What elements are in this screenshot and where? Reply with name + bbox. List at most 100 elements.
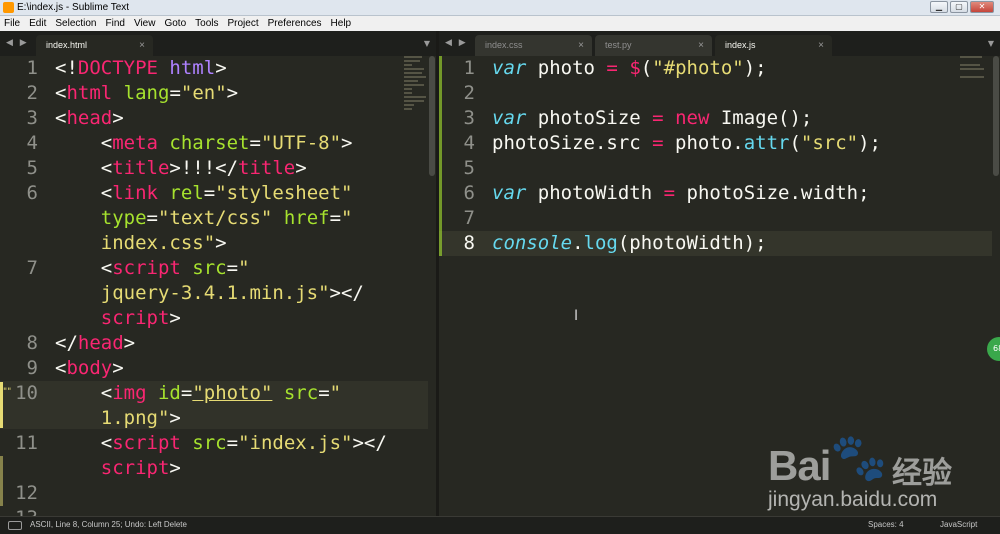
- text-cursor-icon: I: [574, 308, 579, 324]
- tab-test-py[interactable]: test.py ×: [595, 35, 712, 56]
- menu-project[interactable]: Project: [228, 16, 259, 31]
- minimap[interactable]: [960, 56, 988, 166]
- line-number: 13: [15, 506, 38, 516]
- code-line: <script src="index.js"></: [55, 432, 387, 454]
- code-line-current: console.log(photoWidth);: [492, 232, 767, 254]
- line-number: 2: [26, 82, 38, 104]
- code-line: index.css">: [100, 232, 227, 254]
- line-number-gutter: 1 2 3 4 5 6 7 8: [439, 56, 483, 516]
- code-line: var photo = $("#photo");: [492, 57, 767, 79]
- tab-label: index.html: [46, 40, 88, 50]
- syntax-selector[interactable]: JavaScript: [940, 520, 977, 529]
- line-number: 1: [463, 57, 475, 79]
- tab-nav-arrows[interactable]: ◀ ▶: [6, 38, 29, 48]
- menu-view[interactable]: View: [134, 16, 156, 31]
- title-bar: E:\index.js - Sublime Text ▁ ▢ ✕: [0, 0, 1000, 16]
- right-tab-bar: ◀ ▶ index.css × test.py × index.js × ▼: [439, 31, 1000, 56]
- paw-icon: 🐾: [830, 430, 888, 484]
- tab-label: index.js: [725, 40, 756, 50]
- line-number: 2: [463, 82, 475, 104]
- menu-selection[interactable]: Selection: [55, 16, 96, 31]
- status-bar: ASCII, Line 8, Column 25; Undo: Left Del…: [0, 516, 1000, 534]
- menu-tools[interactable]: Tools: [195, 16, 218, 31]
- code-line: <script src=": [55, 257, 250, 279]
- scrollbar-thumb[interactable]: [429, 56, 435, 176]
- line-number: 11: [15, 432, 38, 454]
- close-button[interactable]: ✕: [970, 1, 994, 13]
- line-number: 8: [26, 332, 38, 354]
- minimize-button[interactable]: ▁: [930, 1, 948, 13]
- tab-close-icon[interactable]: ×: [818, 35, 824, 56]
- scrollbar-thumb[interactable]: [993, 56, 999, 176]
- sublime-app-icon: [3, 2, 14, 13]
- tab-index-html[interactable]: index.html ×: [36, 35, 153, 56]
- menu-edit[interactable]: Edit: [29, 16, 46, 31]
- line-number: 12: [15, 482, 38, 504]
- line-number: 4: [463, 132, 475, 154]
- line-number: 7: [26, 257, 38, 279]
- tab-index-css[interactable]: index.css ×: [475, 35, 592, 56]
- status-info: ASCII, Line 8, Column 25; Undo: Left Del…: [30, 520, 187, 529]
- line-number-current: 8: [463, 232, 475, 254]
- code-line: photoSize.src = photo.attr("src");: [492, 132, 881, 154]
- code-line: <link rel="stylesheet": [55, 182, 353, 204]
- code-line: script>: [100, 457, 181, 479]
- code-line: <html lang="en">: [55, 82, 239, 104]
- baidu-jingyan-watermark: Bai 🐾 经验 jingyan.baidu.com: [760, 420, 990, 515]
- html-code: <!DOCTYPE html> <html lang="en"> <head> …: [55, 56, 387, 516]
- menu-file[interactable]: File: [4, 16, 20, 31]
- window-controls: ▁ ▢ ✕: [930, 1, 994, 13]
- watermark-url: jingyan.baidu.com: [768, 488, 938, 511]
- code-line: <body>: [55, 357, 124, 379]
- tab-close-icon[interactable]: ×: [698, 35, 704, 56]
- js-code: var photo = $("#photo"); var photoSize =…: [492, 56, 881, 254]
- menu-bar: File Edit Selection Find View Goto Tools…: [0, 16, 1000, 31]
- line-number: 7: [463, 207, 475, 229]
- line-number: 3: [26, 107, 38, 129]
- code-line: <img id="photo" src=": [55, 382, 342, 404]
- tab-index-js[interactable]: index.js ×: [715, 35, 832, 56]
- indentation-setting[interactable]: Spaces: 4: [868, 520, 904, 529]
- line-number: 6: [26, 182, 38, 204]
- window-title: E:\index.js - Sublime Text: [17, 2, 130, 13]
- line-number: 5: [463, 157, 475, 179]
- line-number: 3: [463, 107, 475, 129]
- code-line: var photoWidth = photoSize.width;: [492, 182, 870, 204]
- code-line: <head>: [55, 107, 124, 129]
- maximize-button[interactable]: ▢: [950, 1, 968, 13]
- code-line: <title>!!!</title>: [55, 157, 307, 179]
- menu-find[interactable]: Find: [106, 16, 125, 31]
- line-number: 6: [463, 182, 475, 204]
- vertical-scrollbar[interactable]: [992, 56, 1000, 516]
- menu-goto[interactable]: Goto: [164, 16, 186, 31]
- line-number: 10: [15, 382, 38, 404]
- editor-pane-html[interactable]: "" 1 2 3 4 5 6 7 8 9 10 11 12 13 <!DOCTY…: [0, 56, 436, 516]
- tab-dropdown-icon[interactable]: ▼: [988, 39, 994, 48]
- line-number: 1: [26, 57, 38, 79]
- code-line: type="text/css" href=": [100, 207, 353, 229]
- tab-close-icon[interactable]: ×: [578, 35, 584, 56]
- line-number: 4: [26, 132, 38, 154]
- code-line: var photoSize = new Image();: [492, 107, 813, 129]
- code-line: 1.png">: [100, 407, 181, 429]
- line-number: 9: [26, 357, 38, 379]
- watermark-brand: Bai: [768, 442, 831, 489]
- menu-preferences[interactable]: Preferences: [268, 16, 322, 31]
- code-line: <!DOCTYPE html>: [55, 57, 227, 79]
- line-number-gutter: 1 2 3 4 5 6 7 8 9 10 11 12 13: [0, 56, 44, 516]
- line-number: 5: [26, 157, 38, 179]
- tab-label: index.css: [485, 40, 523, 50]
- tab-nav-arrows[interactable]: ◀ ▶: [445, 38, 468, 48]
- panel-toggle-icon[interactable]: [8, 521, 22, 530]
- tab-dropdown-icon[interactable]: ▼: [424, 39, 430, 48]
- watermark-brand-cn: 经验: [892, 456, 952, 491]
- code-line: <meta charset="UTF-8">: [55, 132, 353, 154]
- menu-help[interactable]: Help: [331, 16, 352, 31]
- vertical-scrollbar[interactable]: [428, 56, 436, 516]
- tab-label: test.py: [605, 40, 632, 50]
- code-line: jquery-3.4.1.min.js"></: [100, 282, 364, 304]
- left-tab-bar: ◀ ▶ index.html × ▼: [0, 31, 436, 56]
- code-line: </head>: [55, 332, 136, 354]
- tab-close-icon[interactable]: ×: [139, 35, 145, 56]
- code-line: script>: [100, 307, 181, 329]
